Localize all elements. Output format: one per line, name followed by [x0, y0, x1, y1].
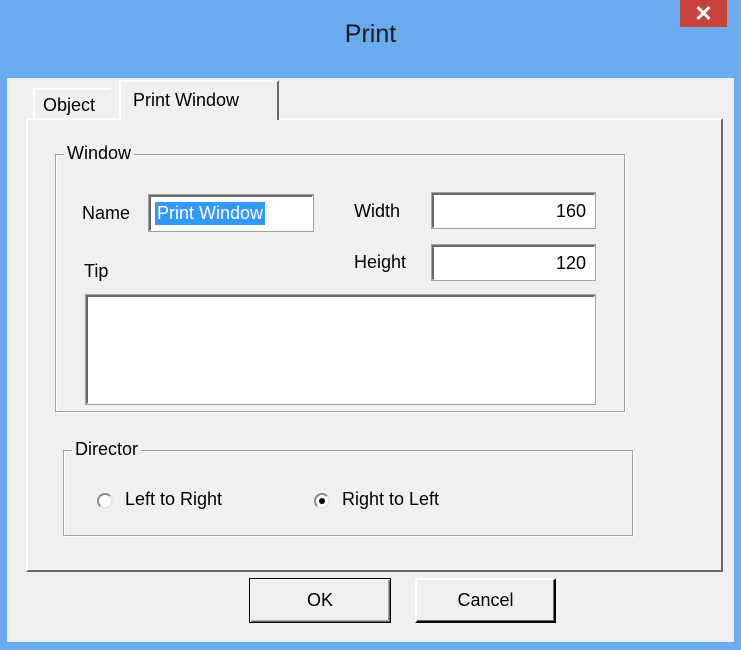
- height-input-value: 120: [555, 253, 586, 273]
- print-dialog: Print ✕ Object Print Window Window Name …: [0, 0, 741, 650]
- radio-right-to-left[interactable]: [314, 493, 330, 509]
- tip-textarea[interactable]: [85, 294, 596, 405]
- close-icon: ✕: [694, 1, 713, 26]
- tab-panel-print-window: Window Name Print Window Width 160 Heigh…: [26, 118, 723, 572]
- name-input[interactable]: Print Window: [148, 194, 314, 232]
- tab-print-window-label: Print Window: [133, 90, 240, 110]
- window-title: Print: [344, 20, 397, 48]
- window-groupbox: Window Name Print Window Width 160 Heigh…: [55, 143, 625, 412]
- tab-object[interactable]: Object: [33, 88, 111, 118]
- height-input[interactable]: 120: [431, 244, 596, 281]
- window-group-label: Window: [64, 143, 135, 164]
- width-label: Width: [354, 201, 401, 221]
- height-label: Height: [354, 252, 407, 272]
- radio-right-to-left-label[interactable]: Right to Left: [342, 489, 439, 510]
- radio-left-to-right[interactable]: [97, 493, 113, 509]
- tip-label: Tip: [84, 261, 109, 281]
- name-label: Name: [82, 203, 131, 223]
- width-input-value: 160: [555, 201, 586, 221]
- tab-print-window[interactable]: Print Window: [119, 80, 279, 120]
- radio-left-to-right-label[interactable]: Left to Right: [125, 489, 222, 510]
- ok-button[interactable]: OK: [249, 578, 391, 623]
- close-button[interactable]: ✕: [680, 0, 727, 27]
- dialog-client-area: Object Print Window Window Name Print Wi…: [7, 78, 734, 642]
- tab-object-label: Object: [43, 95, 96, 115]
- width-input[interactable]: 160: [431, 192, 596, 229]
- name-input-value: Print Window: [155, 202, 266, 225]
- radio-selected-dot-icon: [319, 498, 325, 504]
- director-groupbox: Director Left to Right Right to Left: [63, 439, 633, 536]
- title-bar[interactable]: Print ✕: [0, 0, 741, 78]
- director-group-label: Director: [72, 439, 142, 460]
- cancel-button[interactable]: Cancel: [415, 578, 556, 623]
